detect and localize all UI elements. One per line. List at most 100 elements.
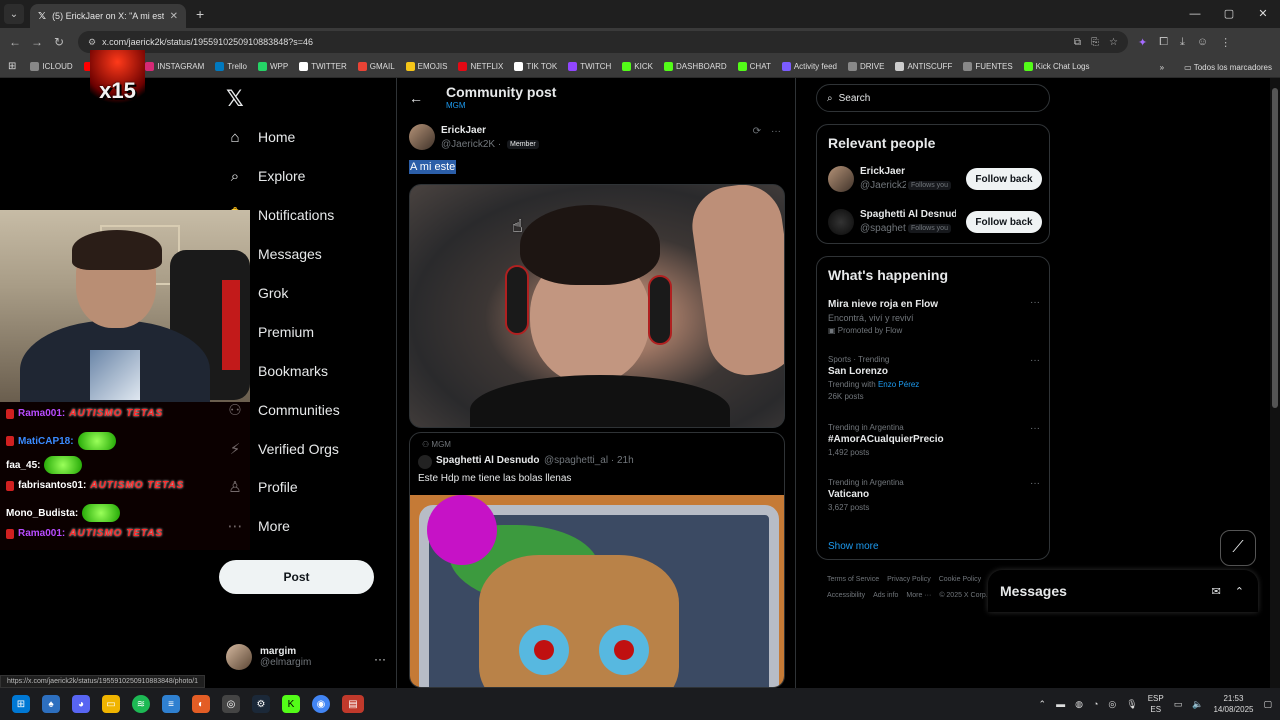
discord-icon[interactable]: ◕: [72, 695, 90, 713]
bookmark-item[interactable]: Activity feed: [781, 62, 837, 71]
footer-link[interactable]: Terms of Service: [827, 576, 879, 583]
reload-icon[interactable]: ↻: [48, 35, 70, 49]
download-icon[interactable]: ⤓: [1180, 36, 1185, 49]
more-icon[interactable]: ···: [1030, 355, 1040, 366]
bookmark-item[interactable]: ICLOUD: [30, 62, 73, 71]
bookmark-item[interactable]: TIK TOK: [514, 62, 557, 71]
tray-chevron-icon[interactable]: ⌃: [1039, 699, 1047, 710]
browser-tab[interactable]: 𝕏 (5) ErickJaer on X: "A mi este h ✕: [30, 4, 186, 28]
clock[interactable]: 21:53 14/08/2025: [1213, 693, 1253, 715]
bookmark-item[interactable]: FUENTES: [963, 62, 1013, 71]
close-window-button[interactable]: ✕: [1246, 0, 1280, 28]
minimize-button[interactable]: —: [1178, 0, 1212, 28]
post-button[interactable]: Post: [219, 560, 374, 594]
network-icon[interactable]: ▭: [1174, 699, 1183, 710]
quoted-post[interactable]: ⚇ MGM Spaghetti Al Desnudo @spaghetti_al…: [409, 432, 785, 688]
x-logo-icon[interactable]: 𝕏: [226, 86, 244, 112]
bookmark-item[interactable]: NETFLIX: [458, 62, 503, 71]
voicemeeter-icon[interactable]: ▤: [342, 695, 364, 713]
tray-app-icon[interactable]: ◎: [1108, 699, 1116, 710]
cast-icon[interactable]: ⧉: [1074, 37, 1081, 48]
tweet-photo[interactable]: [409, 184, 785, 428]
bookmark-star-icon[interactable]: ☆: [1109, 37, 1118, 48]
microphone-icon[interactable]: 🎙: [1126, 699, 1137, 710]
extension-icon[interactable]: ✦: [1138, 36, 1147, 49]
extensions-puzzle-icon[interactable]: ⧠: [1159, 36, 1168, 49]
footer-link[interactable]: Accessibility: [827, 592, 865, 599]
start-icon[interactable]: ⊞: [12, 695, 30, 713]
account-more-icon[interactable]: ···: [374, 652, 386, 666]
tray-app-icon[interactable]: ◍: [1075, 699, 1083, 710]
chrome-icon[interactable]: ◉: [312, 695, 330, 713]
follow-back-button[interactable]: Follow back: [966, 211, 1042, 233]
nav-item-home[interactable]: ⌂ Home: [226, 128, 295, 146]
grok-fab-icon[interactable]: ⟋: [1220, 530, 1256, 566]
page-scrollbar[interactable]: [1270, 78, 1280, 688]
steam-icon[interactable]: ⚙: [252, 695, 270, 713]
grok-explain-icon[interactable]: ⟳: [753, 126, 761, 137]
site-info-icon[interactable]: ⚙: [88, 37, 96, 48]
footer-link[interactable]: Ads info: [873, 592, 898, 599]
profile-icon[interactable]: ☺: [1197, 36, 1208, 49]
trend-item[interactable]: Trending in Argentina #AmorACualquierPre…: [828, 423, 1040, 457]
translate-icon[interactable]: ⎘: [1091, 37, 1099, 48]
quote-photo[interactable]: [410, 495, 784, 687]
kick-icon[interactable]: K: [282, 695, 300, 713]
bookmark-item[interactable]: Trello: [215, 62, 247, 71]
url-text[interactable]: x.com/jaerick2k/status/19559102509108838…: [102, 37, 1068, 47]
spotify-icon[interactable]: ≋: [132, 695, 150, 713]
notepad-icon[interactable]: ≡: [162, 695, 180, 713]
person-row[interactable]: Spaghetti Al Desnudo @spaghetti_al Follo…: [828, 207, 1042, 237]
bookmark-item[interactable]: EMOJIS: [405, 62, 447, 71]
follow-back-button[interactable]: Follow back: [966, 168, 1042, 190]
bookmark-item[interactable]: INSTAGRAM: [145, 62, 204, 71]
footer-link[interactable]: Cookie Policy: [939, 576, 981, 583]
new-tab-button[interactable]: +: [196, 6, 204, 22]
tweet-author-name[interactable]: ErickJaer: [441, 125, 486, 136]
maximize-button[interactable]: ▢: [1212, 0, 1246, 28]
bookmark-item[interactable]: DASHBOARD: [663, 62, 727, 71]
footer-link[interactable]: More ···: [906, 592, 931, 599]
volume-icon[interactable]: 🔈: [1192, 699, 1203, 710]
account-switcher[interactable]: margim @elmargim ···: [226, 644, 386, 670]
bookmark-item[interactable]: GMAIL: [357, 62, 395, 71]
language-indicator[interactable]: ESP ES: [1148, 693, 1164, 715]
obs-icon[interactable]: ◎: [222, 695, 240, 713]
trend-item[interactable]: Trending in Argentina Vaticano 3,627 pos…: [828, 478, 1040, 512]
bookmark-item[interactable]: TWITCH: [568, 62, 611, 71]
bookmark-item[interactable]: DRIVE: [847, 62, 884, 71]
tab-close-icon[interactable]: ✕: [170, 11, 178, 22]
bookmark-item[interactable]: CHAT: [737, 62, 771, 71]
expand-chevron-icon[interactable]: ⌃: [1235, 585, 1244, 598]
trend-item[interactable]: Sports · Trending San Lorenzo Trending w…: [828, 355, 1040, 401]
more-icon[interactable]: ···: [1030, 297, 1040, 308]
app-icon[interactable]: ♠: [42, 695, 60, 713]
forward-icon[interactable]: →: [26, 35, 48, 49]
tray-app-icon[interactable]: ▬: [1056, 699, 1065, 709]
bookmark-item[interactable]: TWITTER: [299, 62, 347, 71]
bookmarks-overflow-icon[interactable]: »: [1160, 63, 1164, 72]
app-icon[interactable]: ◐: [192, 695, 210, 713]
person-row[interactable]: ErickJaer @Jaerick2K Follows you Follow …: [828, 164, 1042, 194]
folder-icon[interactable]: ▭: [102, 695, 120, 713]
trend-item[interactable]: Mira nieve roja en Flow Encontrá, viví y…: [828, 297, 1040, 335]
show-more-link[interactable]: Show more: [828, 541, 879, 552]
bookmark-item[interactable]: KICK: [622, 62, 653, 71]
bookmark-item[interactable]: ANTISCUFF: [895, 62, 952, 71]
avatar[interactable]: [409, 124, 435, 150]
new-message-icon[interactable]: ✉: [1212, 585, 1221, 598]
bookmark-item[interactable]: Kick Chat Logs: [1023, 62, 1089, 71]
bookmark-item[interactable]: WPP: [257, 62, 288, 71]
back-arrow-icon[interactable]: ←: [409, 90, 423, 106]
notifications-icon[interactable]: ▢: [1263, 699, 1272, 710]
menu-kebab-icon[interactable]: ⋮: [1220, 36, 1231, 49]
trend-link[interactable]: Enzo Pérez: [878, 380, 919, 389]
messages-drawer[interactable]: Messages ✉ ⌃: [988, 570, 1258, 612]
footer-link[interactable]: © 2025 X Corp.: [939, 592, 987, 599]
scrollbar-thumb[interactable]: [1272, 88, 1278, 408]
search-input[interactable]: ⌕ Search: [816, 84, 1050, 112]
nav-item-explore[interactable]: ⌕ Explore: [226, 167, 306, 185]
back-icon[interactable]: ←: [4, 35, 26, 49]
apps-grid-icon[interactable]: ⊞: [8, 61, 16, 72]
footer-link[interactable]: Privacy Policy: [887, 576, 931, 583]
